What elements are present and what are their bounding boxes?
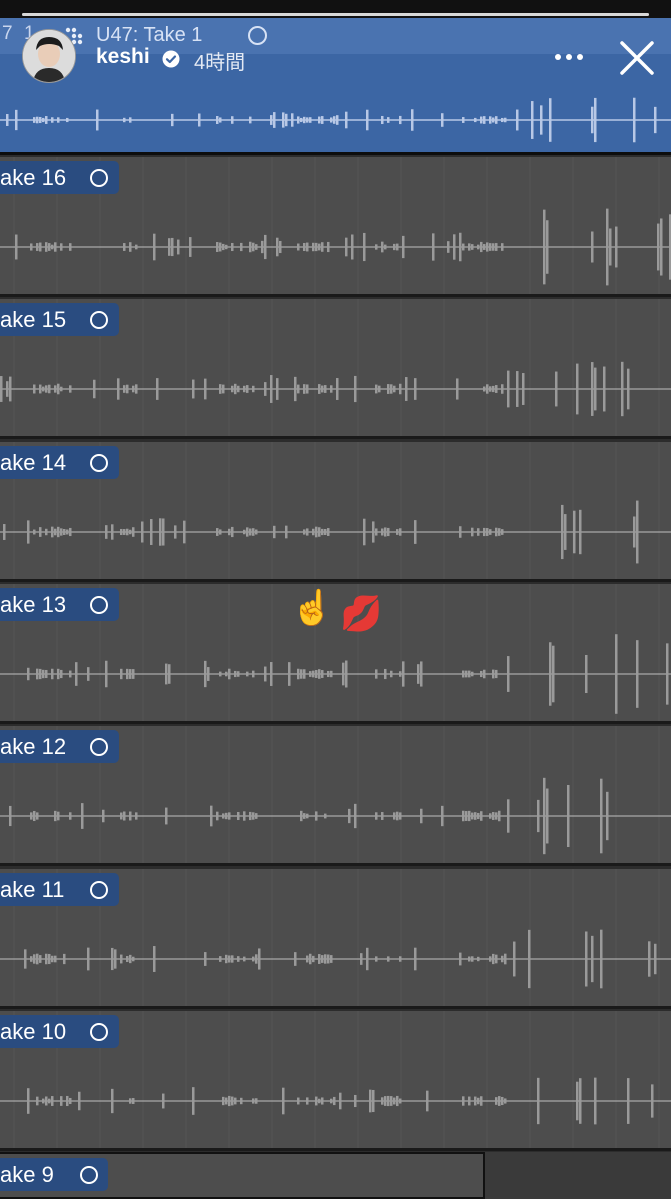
- take-track[interactable]: ake 16: [0, 157, 671, 297]
- take-track[interactable]: ake 14: [0, 442, 671, 582]
- post-timestamp: 4時間: [194, 52, 246, 74]
- more-horizontal-icon[interactable]: [554, 52, 584, 62]
- take-track[interactable]: ake 13: [0, 584, 671, 724]
- loop-icon: [90, 169, 108, 187]
- pointing-up-emoji: ☝️: [291, 589, 334, 627]
- take-label[interactable]: ake 14: [0, 446, 119, 479]
- take-label-text: ake 12: [0, 734, 67, 759]
- loop-icon: [90, 1023, 108, 1041]
- take-label[interactable]: ake 13: [0, 588, 119, 621]
- take-waveform: [0, 361, 671, 417]
- take-waveform: [0, 929, 671, 989]
- loop-icon: [80, 1166, 98, 1184]
- take-label[interactable]: ake 10: [0, 1015, 119, 1048]
- loop-icon: [248, 26, 267, 45]
- take-label-text: ake 9: [0, 1162, 54, 1187]
- take-label[interactable]: ake 11: [0, 873, 119, 906]
- story-progress-track: [0, 0, 671, 18]
- loop-icon: [90, 881, 108, 899]
- take-track[interactable]: ake 10: [0, 1011, 671, 1151]
- region-name: U47: Take 1: [96, 24, 203, 46]
- loop-icon: [90, 596, 108, 614]
- avatar[interactable]: [22, 29, 76, 83]
- take-track-last[interactable]: ake 9: [0, 1152, 485, 1199]
- header-waveform: [0, 97, 671, 143]
- take-label-text: ake 14: [0, 450, 67, 475]
- take-label[interactable]: ake 16: [0, 161, 119, 194]
- loop-icon: [90, 738, 108, 756]
- take-label-text: ake 16: [0, 165, 67, 190]
- take-region-header[interactable]: 7 1 U47: Take 1: [0, 18, 671, 155]
- take-track[interactable]: ake 15: [0, 299, 671, 439]
- take-label-text: ake 11: [0, 877, 65, 902]
- take-waveform: [0, 634, 671, 714]
- kiss-mark-emoji: 💋: [340, 595, 383, 633]
- loop-icon: [90, 454, 108, 472]
- username[interactable]: keshi: [96, 45, 150, 69]
- take-label-text: ake 10: [0, 1019, 67, 1044]
- take-label-text: ake 15: [0, 307, 67, 332]
- story-progress-fill: [22, 13, 649, 16]
- take-label-text: ake 13: [0, 592, 67, 617]
- take-track[interactable]: ake 12: [0, 726, 671, 866]
- region-number-left: 7: [2, 23, 13, 44]
- close-icon[interactable]: [619, 40, 655, 76]
- story-progress-bar: [22, 13, 649, 16]
- verified-badge-icon: [162, 50, 180, 68]
- take-label[interactable]: ake 15: [0, 303, 119, 336]
- take-waveform: [0, 1077, 671, 1125]
- take-track[interactable]: ake 11: [0, 869, 671, 1009]
- take-label[interactable]: ake 12: [0, 730, 119, 763]
- loop-icon: [90, 311, 108, 329]
- take-waveform: [0, 500, 671, 564]
- avatar-image: [23, 30, 75, 82]
- take-waveform: [0, 208, 671, 286]
- empty-timeline-area: [485, 1152, 671, 1199]
- take-label[interactable]: ake 9: [0, 1158, 108, 1191]
- take-waveform: [0, 777, 671, 855]
